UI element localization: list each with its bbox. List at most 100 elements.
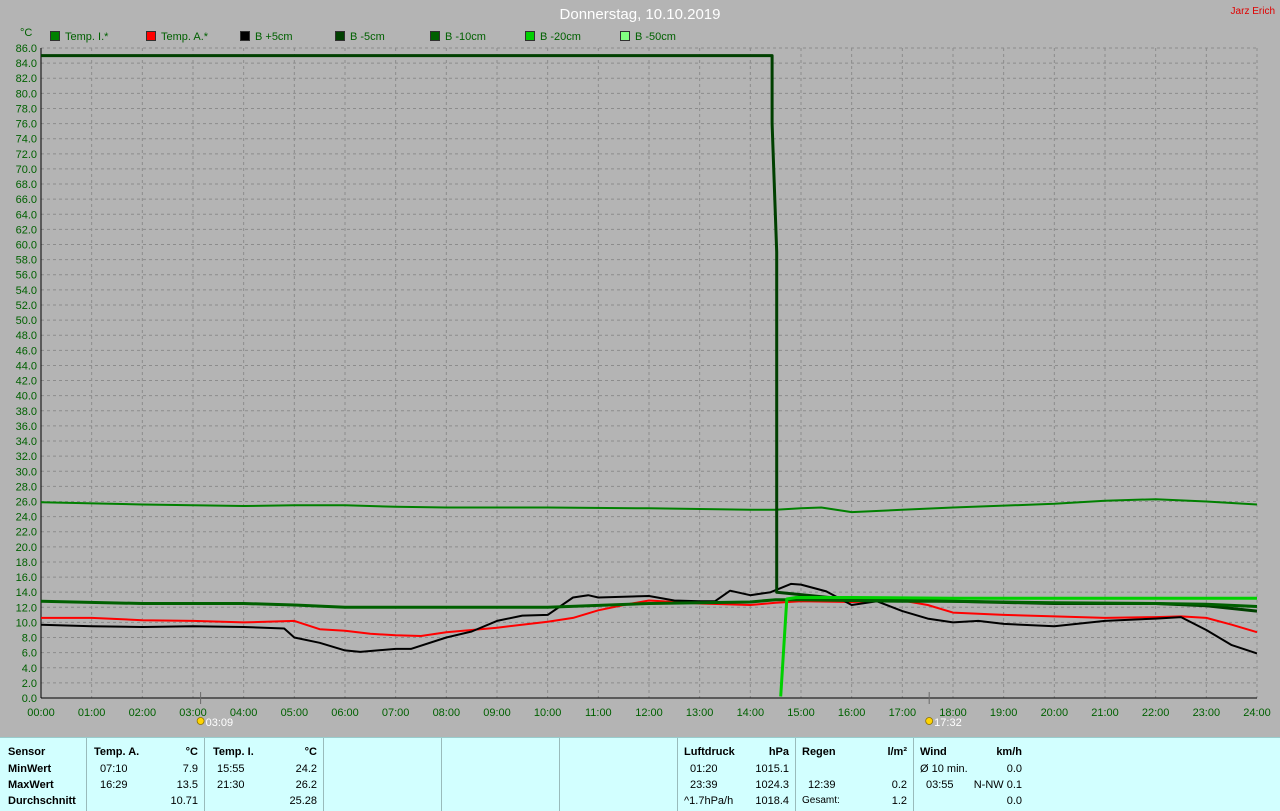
y-tick-label: 46.0 [16, 345, 37, 357]
rain-total-label: Gesamt: [802, 795, 840, 806]
temp-a-average: 10.71 [170, 795, 198, 807]
stats-col-temp-i: Temp. I. °C 15:55 24.2 21:30 26.2 25.28 [205, 738, 324, 811]
y-tick-label: 44.0 [16, 360, 37, 372]
stats-col-empty-2 [442, 738, 560, 811]
y-tick-label: 36.0 [16, 421, 37, 433]
temp-i-average: 25.28 [289, 795, 317, 807]
sensor-header: Sensor [8, 746, 46, 758]
x-tick-label: 01:00 [78, 707, 106, 719]
x-tick-label: 24:00 [1243, 707, 1271, 719]
wind-unit: km/h [996, 746, 1022, 758]
y-tick-label: 34.0 [16, 436, 37, 448]
y-tick-label: 38.0 [16, 406, 37, 418]
x-tick-label: 04:00 [230, 707, 258, 719]
y-tick-label: 18.0 [16, 557, 37, 569]
pressure-min-time: 01:20 [690, 763, 718, 775]
y-tick-label: 4.0 [22, 663, 37, 675]
stats-col-temp-a: Temp. A. °C 07:10 7.9 16:29 13.5 10.71 [86, 738, 205, 811]
x-tick-label: 21:00 [1091, 707, 1119, 719]
x-tick-label: 10:00 [534, 707, 562, 719]
y-tick-label: 30.0 [16, 466, 37, 478]
y-tick-label: 8.0 [22, 633, 37, 645]
x-tick-label: 09:00 [483, 707, 511, 719]
rain-max-time: 12:39 [808, 779, 836, 791]
x-tick-label: 03:00 [179, 707, 207, 719]
y-tick-label: 76.0 [16, 119, 37, 131]
y-tick-label: 68.0 [16, 179, 37, 191]
x-tick-label: 06:00 [331, 707, 359, 719]
x-tick-label: 20:00 [1041, 707, 1069, 719]
temp-a-max-value: 13.5 [176, 779, 198, 791]
x-tick-label: 05:00 [281, 707, 309, 719]
wind-avg-value: 0.0 [1006, 763, 1022, 775]
wind-max-time: 03:55 [926, 779, 954, 791]
y-tick-label: 60.0 [16, 240, 37, 252]
y-tick-label: 20.0 [16, 542, 37, 554]
rain-unit: l/m² [887, 746, 907, 758]
x-axis: 00:00 01:00 02:00 03:00 04:00 05:00 06:00 07:00… [27, 697, 1271, 719]
y-tick-label: 32.0 [16, 451, 37, 463]
y-tick-label: 58.0 [16, 255, 37, 267]
y-tick-label: 14.0 [16, 587, 37, 599]
stats-col-pressure: Luftdruck hPa 01:20 1015.1 23:39 1024.3 … [678, 738, 796, 811]
x-tick-label: 07:00 [382, 707, 410, 719]
x-tick-label: 08:00 [433, 707, 461, 719]
y-tick-label: 50.0 [16, 315, 37, 327]
y-tick-label: 72.0 [16, 149, 37, 161]
marker-time-label: 03:09 [206, 717, 234, 729]
y-tick-label: 48.0 [16, 330, 37, 342]
y-tick-label: 64.0 [16, 209, 37, 221]
y-tick-label: 2.0 [22, 678, 37, 690]
pressure-header: Luftdruck [684, 746, 735, 758]
x-tick-label: 12:00 [635, 707, 663, 719]
y-tick-label: 24.0 [16, 512, 37, 524]
stats-col-sensor: Sensor MinWert MaxWert Durchschnitt [0, 738, 87, 811]
sunrise-icon [196, 717, 205, 725]
y-tick-label: 54.0 [16, 285, 37, 297]
rain-max-value: 0.2 [891, 779, 907, 791]
x-tick-label: 22:00 [1142, 707, 1170, 719]
y-tick-label: 52.0 [16, 300, 37, 312]
temp-a-unit: °C [185, 746, 198, 758]
pressure-trend-label: ^1.7hPa/h [684, 795, 734, 807]
y-tick-label: 84.0 [16, 58, 37, 70]
x-tick-label: 02:00 [129, 707, 157, 719]
y-tick-label: 80.0 [16, 88, 37, 100]
temp-i-unit: °C [304, 746, 317, 758]
y-axis: 0.0 2.0 4.0 6.0 8.0 10.0 12.0 14.0 16.0 18.0 20.0 2… [16, 27, 42, 705]
y-tick-label: 26.0 [16, 496, 37, 508]
x-tick-label: 16:00 [838, 707, 866, 719]
x-tick-label: 14:00 [737, 707, 765, 719]
rain-header: Regen [802, 746, 836, 758]
temp-i-header: Temp. I. [213, 746, 254, 758]
pressure-max-time: 23:39 [690, 779, 718, 791]
y-tick-label: 74.0 [16, 134, 37, 146]
y-tick-label: 0.0 [22, 693, 37, 705]
stats-col-rain: Regen l/m² 12:39 0.2 Gesamt: 1.2 [796, 738, 914, 811]
y-tick-label: 40.0 [16, 391, 37, 403]
y-tick-label: 16.0 [16, 572, 37, 584]
stats-col-empty-1 [324, 738, 442, 811]
sunset-icon [925, 717, 934, 725]
y-tick-label: 78.0 [16, 103, 37, 115]
row-label-max: MaxWert [8, 779, 54, 791]
x-tick-label: 15:00 [787, 707, 815, 719]
stats-col-wind: Wind km/h Ø 10 min. 0.0 03:55 N-NW 0.1 0… [914, 738, 1028, 811]
pressure-max-value: 1024.3 [755, 779, 789, 791]
y-tick-label: 70.0 [16, 164, 37, 176]
wind-max-value: N-NW 0.1 [973, 779, 1022, 791]
y-tick-label: 42.0 [16, 376, 37, 388]
marker-time-label: 17:32 [934, 717, 962, 729]
y-tick-label: 6.0 [22, 648, 37, 660]
y-tick-label: 12.0 [16, 602, 37, 614]
pressure-unit: hPa [768, 746, 789, 758]
y-tick-label: 56.0 [16, 270, 37, 282]
x-tick-label: 17:00 [889, 707, 917, 719]
x-tick-label: 11:00 [585, 707, 612, 719]
pressure-trend-value: 1018.4 [755, 795, 789, 807]
row-label-min: MinWert [8, 763, 52, 775]
y-axis-unit: °C [20, 27, 32, 39]
y-tick-label: 86.0 [16, 43, 37, 55]
temp-a-min-time: 07:10 [100, 763, 128, 775]
stats-col-empty-3 [560, 738, 678, 811]
